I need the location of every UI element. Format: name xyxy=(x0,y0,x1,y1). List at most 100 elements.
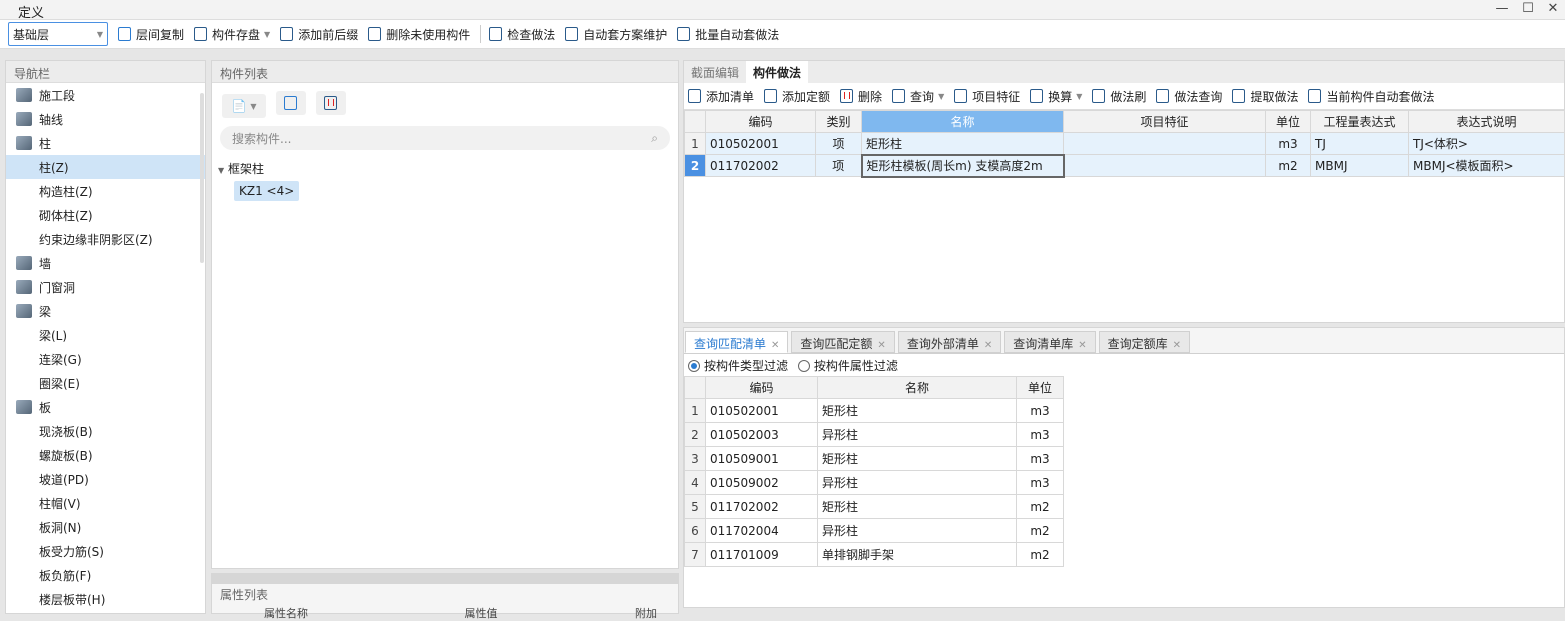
table-cell[interactable]: m2 xyxy=(1016,518,1064,543)
tree-group-frame-column[interactable]: ▼ 框架柱 xyxy=(212,150,678,177)
column-header[interactable]: 表达式说明 xyxy=(1408,110,1565,133)
table-row[interactable]: 1 010502001 矩形柱 m3 xyxy=(684,398,1064,423)
new-component-button[interactable]: 📄 ▼ xyxy=(222,94,266,118)
column-header[interactable]: 编码 xyxy=(705,110,816,133)
table-cell[interactable]: 011702002 xyxy=(705,154,816,177)
table-row[interactable]: 1 010502001 项矩形柱 m3 TJ TJ<体积> xyxy=(684,132,1565,155)
copy-component-button[interactable] xyxy=(275,91,306,115)
save-component-button[interactable]: 构件存盘 ▼ xyxy=(194,26,270,43)
nav-scrollbar[interactable] xyxy=(200,93,204,263)
query-tab[interactable]: 查询外部清单 ✕ xyxy=(897,331,1002,353)
nav-item[interactable]: 门窗洞 xyxy=(6,275,205,299)
maximize-button[interactable]: ☐ xyxy=(1518,1,1538,16)
nav-item[interactable]: 现浇板(B) xyxy=(6,419,205,443)
nav-item[interactable]: 坡道(PD) xyxy=(6,467,205,491)
method-tool-button[interactable]: 删除 xyxy=(840,88,882,105)
method-tool-button[interactable]: 项目特征 xyxy=(954,88,1020,105)
nav-item[interactable]: 构造柱(Z) xyxy=(6,179,205,203)
nav-item[interactable]: 砌体柱(Z) xyxy=(6,203,205,227)
nav-item[interactable]: 约束边缘非阴影区(Z) xyxy=(6,227,205,251)
table-cell[interactable]: 011702002 xyxy=(705,494,818,519)
query-tab[interactable]: 查询清单库 ✕ xyxy=(1004,331,1096,353)
chevron-down-icon[interactable]: ▼ xyxy=(938,92,944,101)
table-cell[interactable] xyxy=(1063,154,1266,177)
table-row[interactable]: 5 011702002 矩形柱 m2 xyxy=(684,494,1064,519)
nav-item[interactable]: 板负筋(F) xyxy=(6,563,205,587)
table-cell[interactable]: m3 xyxy=(1016,446,1064,471)
nav-item[interactable]: 柱(Z) xyxy=(6,155,205,179)
delete-component-button[interactable] xyxy=(315,91,346,115)
nav-item[interactable]: 板受力筋(S) xyxy=(6,539,205,563)
column-header[interactable]: 名称 xyxy=(861,110,1064,133)
table-cell[interactable]: 项 xyxy=(815,154,862,177)
table-cell[interactable]: m3 xyxy=(1016,398,1064,423)
nav-item[interactable]: 梁(L) xyxy=(6,323,205,347)
nav-item[interactable]: 梁 xyxy=(6,299,205,323)
table-cell[interactable]: 矩形柱 xyxy=(817,494,1017,519)
table-cell[interactable]: 011701009 xyxy=(705,542,818,567)
column-header[interactable]: 名称 xyxy=(817,376,1017,399)
nav-item[interactable]: 连梁(G) xyxy=(6,347,205,371)
table-row[interactable]: 2 010502003 异形柱 m3 xyxy=(684,422,1064,447)
table-cell[interactable]: 项 xyxy=(815,132,862,155)
table-cell[interactable]: 异形柱 xyxy=(817,518,1017,543)
table-cell[interactable]: m3 xyxy=(1265,132,1311,155)
method-tool-button[interactable]: 查询 ▼ xyxy=(892,88,944,105)
table-cell[interactable]: 010502003 xyxy=(705,422,818,447)
query-tab[interactable]: 查询定额库 ✕ xyxy=(1098,331,1191,353)
nav-item[interactable]: 施工段 xyxy=(6,83,205,107)
table-row[interactable]: 6 011702004 异形柱 m2 xyxy=(684,518,1064,543)
floor-select[interactable]: 基础层 ▼ xyxy=(8,22,108,46)
table-cell[interactable]: 矩形柱 xyxy=(817,398,1017,423)
table-cell[interactable]: 010509001 xyxy=(705,446,818,471)
table-cell[interactable]: 010502001 xyxy=(705,398,818,423)
table-cell[interactable]: 矩形柱 xyxy=(817,446,1017,471)
query-tab[interactable]: 查询匹配定额 ✕ xyxy=(791,331,895,353)
table-cell[interactable]: m2 xyxy=(1265,154,1311,177)
close-icon[interactable]: ✕ xyxy=(771,340,779,351)
method-tool-button[interactable]: 做法刷 xyxy=(1092,88,1146,105)
table-cell[interactable]: 异形柱 xyxy=(817,470,1017,495)
copy-between-floors-button[interactable]: 层间复制 xyxy=(118,26,184,43)
table-cell[interactable]: m2 xyxy=(1016,542,1064,567)
nav-item[interactable]: 板 xyxy=(6,395,205,419)
tab-section-edit[interactable]: 截面编辑 xyxy=(684,61,746,83)
search-component-input[interactable]: 搜索构件... ⌕ xyxy=(220,126,670,150)
method-tool-button[interactable]: 添加定额 xyxy=(764,88,830,105)
chevron-down-icon[interactable]: ▼ xyxy=(1076,92,1082,101)
table-row[interactable]: 4 010509002 异形柱 m3 xyxy=(684,470,1064,495)
table-cell[interactable]: 矩形柱 xyxy=(861,132,1064,155)
table-cell[interactable]: m3 xyxy=(1016,422,1064,447)
table-cell[interactable]: m3 xyxy=(1016,470,1064,495)
table-row[interactable]: 3 010509001 矩形柱 m3 xyxy=(684,446,1064,471)
add-prefix-suffix-button[interactable]: 添加前后缀 xyxy=(280,26,358,43)
table-cell[interactable]: TJ<体积> xyxy=(1408,132,1565,155)
filter-by-type-radio[interactable]: 按构件类型过滤 xyxy=(688,359,788,373)
check-method-button[interactable]: 检查做法 xyxy=(489,26,555,43)
nav-item[interactable]: 柱帽(V) xyxy=(6,491,205,515)
nav-item[interactable]: 楼层板带(H) xyxy=(6,587,205,611)
close-icon[interactable]: ✕ xyxy=(877,340,885,351)
tab-component-method[interactable]: 构件做法 xyxy=(746,61,809,83)
minimize-button[interactable]: — xyxy=(1492,1,1512,16)
filter-by-attribute-radio[interactable]: 按构件属性过滤 xyxy=(797,359,898,373)
nav-item[interactable]: 圈梁(E) xyxy=(6,371,205,395)
component-item-kz1[interactable]: KZ1 <4> xyxy=(234,181,300,201)
method-tool-button[interactable]: 添加清单 xyxy=(688,88,754,105)
table-cell[interactable]: 010502001 xyxy=(705,132,816,155)
table-cell[interactable]: MBMJ xyxy=(1310,154,1409,177)
query-tab[interactable]: 查询匹配清单 ✕ xyxy=(685,331,789,353)
column-header[interactable]: 工程量表达式 xyxy=(1310,110,1409,133)
close-icon[interactable]: ✕ xyxy=(984,340,992,351)
table-cell[interactable]: MBMJ<模板面积> xyxy=(1408,154,1565,177)
column-header[interactable]: 编码 xyxy=(705,376,818,399)
table-cell[interactable]: 矩形柱模板(周长m) 支模高度2m xyxy=(860,153,1065,178)
column-header[interactable]: 类别 xyxy=(815,110,862,133)
chevron-down-icon[interactable]: ▼ xyxy=(264,30,270,39)
auto-scheme-button[interactable]: 自动套方案维护 xyxy=(565,26,667,43)
batch-auto-method-button[interactable]: 批量自动套做法 xyxy=(677,26,779,43)
close-icon[interactable]: ✕ xyxy=(1173,340,1181,351)
method-tool-button[interactable]: 当前构件自动套做法 xyxy=(1308,88,1434,105)
table-cell[interactable]: m2 xyxy=(1016,494,1064,519)
nav-item[interactable]: 墙 xyxy=(6,251,205,275)
